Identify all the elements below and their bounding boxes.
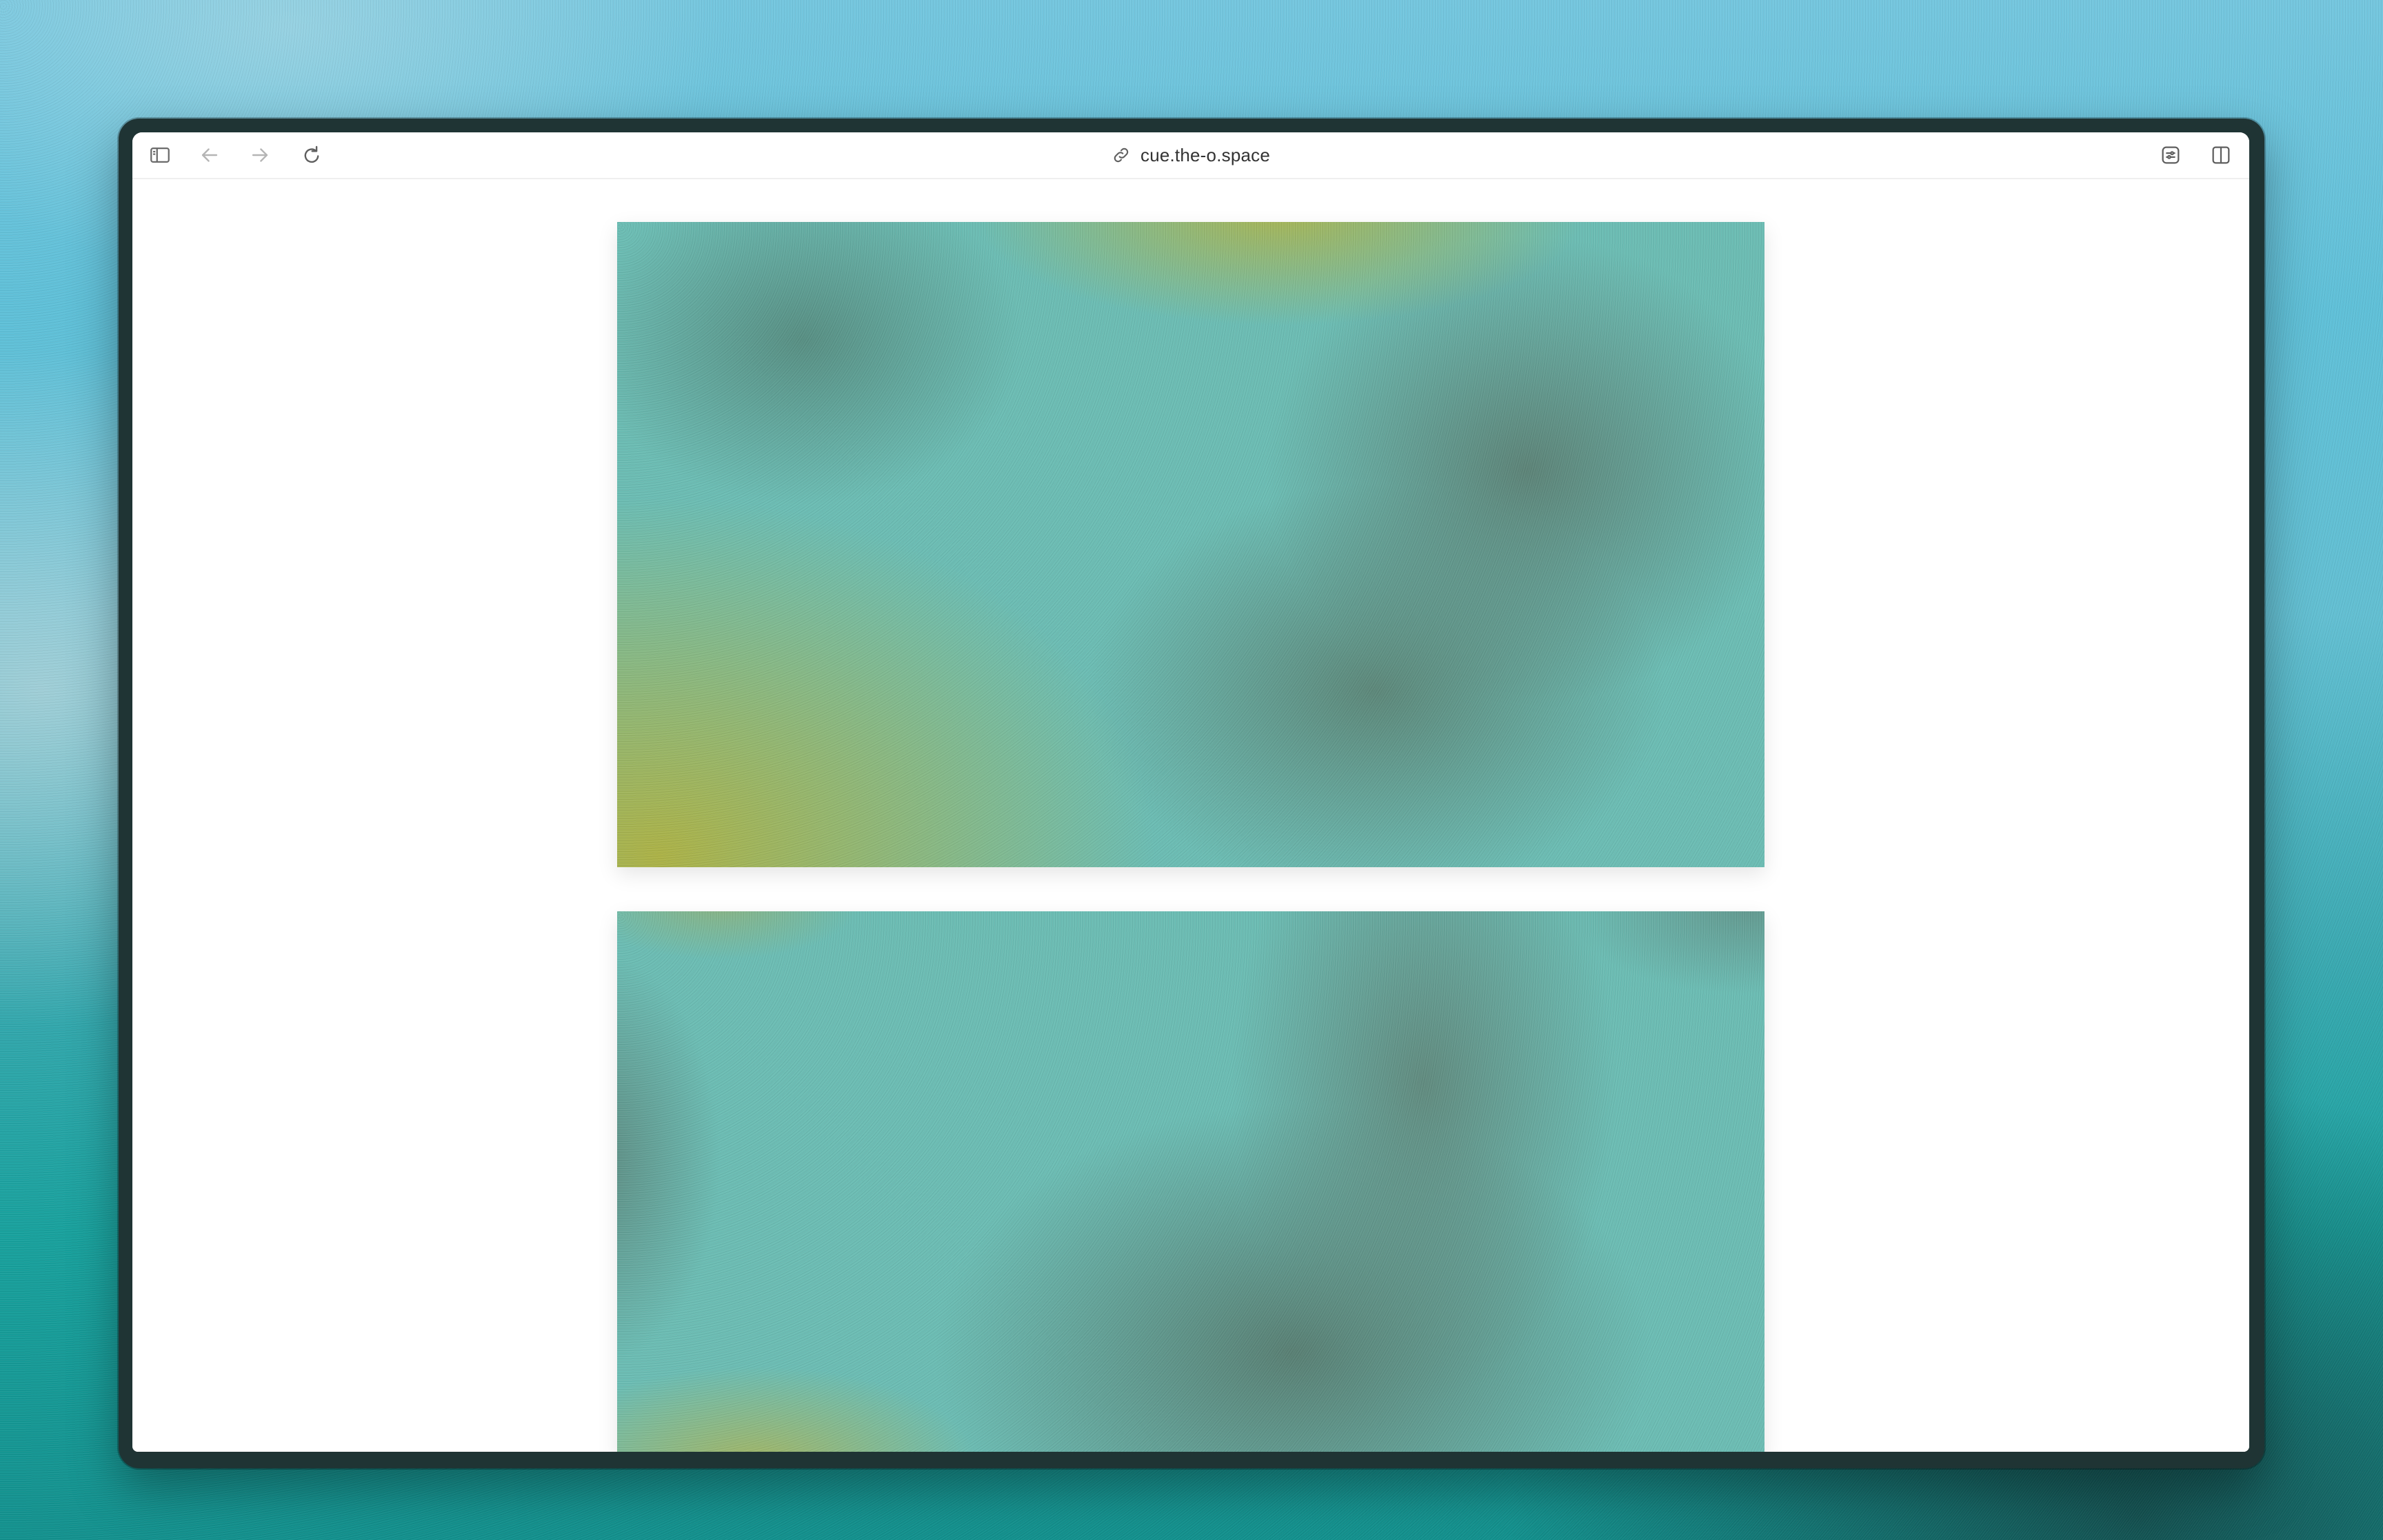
browser-window: cue.the-o.space	[132, 132, 2249, 1452]
sidebar-toggle-button[interactable]	[148, 143, 172, 168]
extension-button[interactable]	[2158, 143, 2183, 168]
back-arrow-icon	[201, 148, 218, 162]
grain-texture	[617, 911, 1764, 1452]
page-content	[132, 179, 2249, 1452]
split-view-icon	[2212, 146, 2230, 164]
reload-button[interactable]	[299, 143, 324, 168]
gradient-image-2	[617, 911, 1764, 1452]
forward-arrow-icon	[252, 148, 268, 162]
sidebar-icon	[150, 147, 170, 163]
grain-texture	[617, 222, 1764, 867]
gradient-image-1	[617, 222, 1764, 867]
reload-icon	[304, 145, 319, 163]
extension-icon	[2162, 146, 2180, 164]
split-view-button[interactable]	[2209, 143, 2233, 168]
address-bar[interactable]: cue.the-o.space	[1112, 141, 1270, 170]
back-button[interactable]	[197, 143, 222, 168]
browser-toolbar: cue.the-o.space	[132, 132, 2249, 179]
link-icon	[1112, 145, 1131, 165]
address-url: cue.the-o.space	[1140, 144, 1271, 165]
forward-button[interactable]	[248, 143, 272, 168]
